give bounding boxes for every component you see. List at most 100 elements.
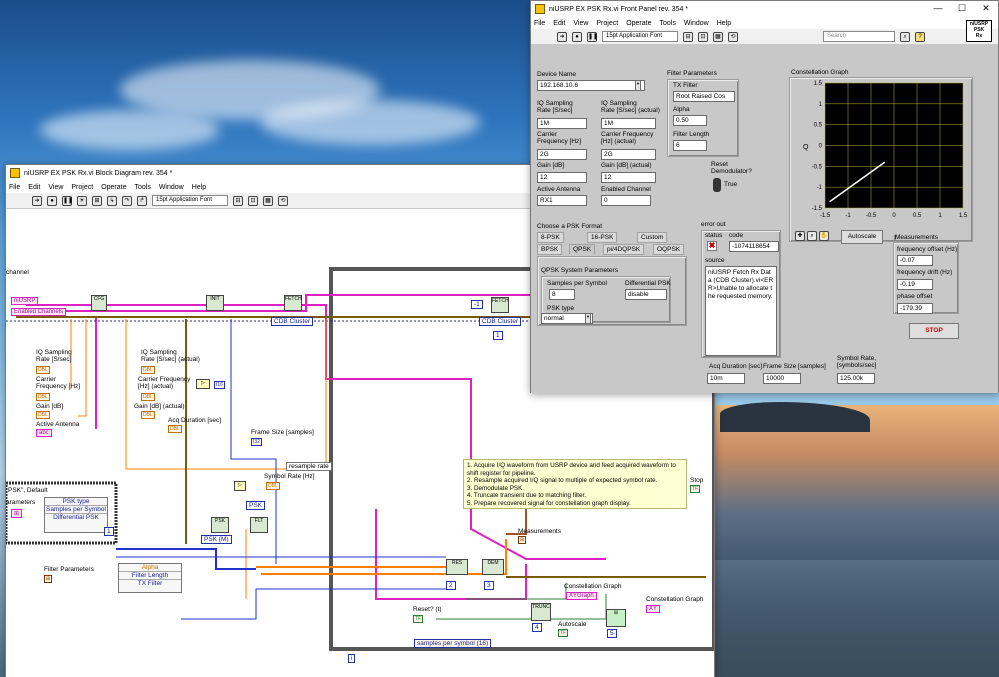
filter-length-input[interactable]: 6 xyxy=(673,140,707,151)
font-selector[interactable]: 15pt Application Font xyxy=(602,31,678,42)
reset-terminal[interactable]: TF xyxy=(413,615,424,623)
multiply-node[interactable]: ▷ xyxy=(196,379,210,389)
resample-vi[interactable]: RES xyxy=(446,559,468,575)
menu-tools[interactable]: Tools xyxy=(659,20,675,27)
highlight-execution-icon[interactable]: ☀ xyxy=(77,195,87,206)
tab-pi4dqpsk[interactable]: pi/4DQPSK xyxy=(603,244,645,255)
tab-qpsk[interactable]: QPSK xyxy=(569,244,596,255)
dbl-terminal[interactable]: DBL xyxy=(36,366,50,374)
reorder-icon[interactable]: ⟲ xyxy=(728,31,738,42)
font-selector[interactable]: 15pt Application Font xyxy=(152,195,228,206)
diff-psk-ring[interactable]: disable xyxy=(625,289,667,300)
dbl-terminal[interactable]: DBL xyxy=(36,411,50,419)
cursor-icon[interactable]: ✚ xyxy=(795,231,805,241)
device-name-field[interactable]: 192.168.10.6 xyxy=(537,80,645,91)
psk-init-vi[interactable]: PSK xyxy=(211,517,229,533)
distribute-icon[interactable]: ⊡ xyxy=(248,195,258,206)
tab-oqpsk[interactable]: OQPSK xyxy=(653,244,685,255)
i16-conversion[interactable]: I16 xyxy=(214,381,225,389)
tab-custom[interactable]: Custom xyxy=(637,232,668,243)
filter-params-terminal[interactable]: ⊞ xyxy=(44,575,53,583)
demod-vi[interactable]: DEM xyxy=(482,559,504,575)
menu-edit[interactable]: Edit xyxy=(28,184,40,191)
initiate-vi-node[interactable]: INIT xyxy=(206,295,224,311)
step-over-icon[interactable]: ↷ xyxy=(122,195,132,206)
truncate-vi[interactable]: TRUNC xyxy=(531,603,551,621)
step-out-icon[interactable]: ↱ xyxy=(137,195,147,206)
menu-tools[interactable]: Tools xyxy=(134,184,150,191)
menu-view[interactable]: View xyxy=(573,20,588,27)
search-icon[interactable]: ⌕ xyxy=(900,31,910,42)
graph-prep-vi[interactable]: ⊞ xyxy=(606,609,626,627)
dropdown-arrow-icon[interactable]: ▼ xyxy=(585,313,591,324)
psk-m-ring[interactable]: PSK (M) xyxy=(201,535,232,544)
niusrp-terminal[interactable]: niUSRP xyxy=(11,297,39,305)
filter-coeff-vi[interactable]: FLT xyxy=(250,517,268,533)
menu-operate[interactable]: Operate xyxy=(626,20,651,27)
filter-unbundle[interactable]: Alpha Filter Length TX Filter xyxy=(118,563,182,593)
unbundle-by-name[interactable]: PSK type Samples per Symbol Differential… xyxy=(44,497,108,533)
menu-operate[interactable]: Operate xyxy=(101,184,126,191)
stop-button[interactable]: STOP xyxy=(909,323,959,339)
menu-edit[interactable]: Edit xyxy=(553,20,565,27)
menu-file[interactable]: File xyxy=(9,184,20,191)
close-icon[interactable]: ✕ xyxy=(974,3,998,14)
psk-ring[interactable]: PSK xyxy=(246,501,266,510)
sps-16-node[interactable]: samples per symbol (16) xyxy=(414,639,492,648)
cdb-cluster-right[interactable]: CDB Cluster xyxy=(479,317,522,326)
psk-default-selector[interactable]: PSK", Default xyxy=(8,487,48,494)
search-input[interactable]: Search xyxy=(823,31,895,42)
alpha-input[interactable]: 0.50 xyxy=(673,115,707,126)
enabled-channels-terminal[interactable]: Enabled Channels xyxy=(11,308,67,316)
acq-duration-input[interactable]: 10m xyxy=(707,373,745,384)
antenna-input[interactable]: RX1 xyxy=(537,195,587,206)
antenna-terminal[interactable]: abc xyxy=(36,429,52,437)
autoscale-terminal[interactable]: TF xyxy=(558,629,569,637)
autoscale-button[interactable]: Autoscale xyxy=(841,230,883,244)
divide-node[interactable]: ▷ xyxy=(234,481,246,491)
enabled-channel-input[interactable]: 0 xyxy=(601,195,651,206)
menu-project[interactable]: Project xyxy=(71,184,93,191)
run-arrow-icon[interactable]: ➜ xyxy=(557,31,567,42)
sps-input[interactable]: 8 xyxy=(549,289,575,300)
abort-icon[interactable]: ● xyxy=(47,195,57,206)
menu-project[interactable]: Project xyxy=(596,20,618,27)
distribute-icon[interactable]: ⊡ xyxy=(698,31,708,42)
tx-filter-ring[interactable]: Root Raised Cos xyxy=(673,91,735,102)
menu-window[interactable]: Window xyxy=(159,184,184,191)
pause-icon[interactable]: ❚❚ xyxy=(62,195,73,206)
reset-toggle-switch[interactable] xyxy=(713,178,721,192)
step-into-icon[interactable]: ↳ xyxy=(107,195,117,206)
menu-view[interactable]: View xyxy=(48,184,63,191)
minimize-icon[interactable]: — xyxy=(926,3,950,14)
abort-icon[interactable]: ● xyxy=(572,31,582,42)
parameters-terminal[interactable]: ⊞ xyxy=(11,509,23,518)
pause-icon[interactable]: ❚❚ xyxy=(587,31,598,42)
align-icon[interactable]: ⊟ xyxy=(233,195,243,206)
align-icon[interactable]: ⊟ xyxy=(683,31,693,42)
cdb-cluster-left[interactable]: CDB Cluster xyxy=(271,317,314,326)
resize-icon[interactable]: ▦ xyxy=(263,195,273,206)
tab-16psk[interactable]: 16-PSK xyxy=(587,232,618,243)
retain-wire-icon[interactable]: ⊞ xyxy=(92,195,102,206)
neg-one-constant[interactable]: -1 xyxy=(471,300,483,309)
stop-terminal[interactable]: TF xyxy=(690,485,701,493)
fetch-vi-node[interactable]: FETCH xyxy=(284,295,302,311)
dbl-terminal[interactable]: DBL xyxy=(168,425,182,433)
dbl-terminal[interactable]: DBL xyxy=(36,393,50,401)
help-icon[interactable]: ? xyxy=(915,31,925,42)
menu-help[interactable]: Help xyxy=(192,184,206,191)
gain-input[interactable]: 12 xyxy=(537,172,587,183)
configure-vi-node[interactable]: CFG xyxy=(91,295,107,311)
menu-window[interactable]: Window xyxy=(684,20,709,27)
run-arrow-icon[interactable]: ➜ xyxy=(32,195,42,206)
maximize-icon[interactable]: ☐ xyxy=(950,3,974,14)
menu-help[interactable]: Help xyxy=(717,20,731,27)
pan-icon[interactable]: ✋ xyxy=(819,231,829,241)
constellation-graph[interactable]: -1.5 -1 -0.5 0 0.5 1 1.51.510.50-0.5-1-1.5 Q I xyxy=(789,77,973,242)
carrier-input[interactable]: 2G xyxy=(537,149,587,160)
tab-bpsk[interactable]: BPSK xyxy=(537,244,563,255)
resize-icon[interactable]: ▦ xyxy=(713,31,723,42)
fetch-vi-node-2[interactable]: FETCH xyxy=(491,297,509,313)
tab-8psk[interactable]: 8-PSK xyxy=(537,232,564,243)
